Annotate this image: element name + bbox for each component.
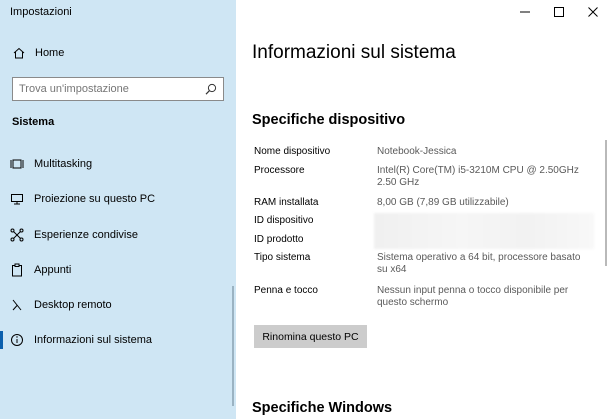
sidebar-item-home[interactable]: Home: [0, 40, 236, 68]
sidebar-item-about[interactable]: Informazioni sul sistema: [0, 324, 232, 356]
minimize-icon: [520, 11, 530, 13]
device-specs-heading: Specifiche dispositivo: [252, 112, 406, 128]
sidebar-item-label: Appunti: [34, 264, 72, 276]
app-title: Impostazioni: [10, 6, 72, 18]
spec-label-system-type: Tipo sistema: [254, 252, 311, 263]
sidebar-item-label: Desktop remoto: [34, 299, 112, 311]
clipboard-icon: [12, 263, 22, 277]
rename-pc-button[interactable]: Rinomina questo PC: [254, 325, 367, 348]
page-title: Informazioni sul sistema: [252, 42, 456, 63]
sidebar-item-remote-desktop[interactable]: Desktop remoto: [0, 289, 232, 321]
maximize-icon: [554, 7, 564, 17]
redacted-ids: [374, 213, 594, 249]
close-icon: [588, 7, 598, 17]
sidebar-item-label: Multitasking: [34, 158, 93, 170]
main-scrollbar[interactable]: [605, 140, 607, 266]
info-icon: [11, 334, 23, 346]
spec-label-pen-touch: Penna e tocco: [254, 285, 318, 296]
spec-value-device-name: Notebook-Jessica: [377, 146, 457, 157]
search-icon[interactable]: [204, 82, 218, 96]
multitasking-icon: [10, 159, 24, 169]
spec-label-device-name: Nome dispositivo: [254, 146, 331, 157]
sidebar-item-clipboard[interactable]: Appunti: [0, 254, 232, 286]
spec-label-device-id: ID dispositivo: [254, 215, 314, 226]
home-icon: [13, 47, 25, 59]
section-title: Sistema: [12, 116, 55, 128]
shared-experiences-icon: [10, 228, 24, 242]
sidebar-item-label: Proiezione su questo PC: [34, 193, 156, 205]
sidebar-item-home-label: Home: [35, 47, 65, 59]
search-input[interactable]: [19, 81, 199, 97]
sidebar-item-shared-experiences[interactable]: Esperienze condivise: [0, 219, 232, 251]
sidebar-item-projection[interactable]: Proiezione su questo PC: [0, 183, 232, 215]
spec-value-ram: 8,00 GB (7,89 GB utilizzabile): [377, 197, 509, 208]
spec-label-ram: RAM installata: [254, 197, 319, 208]
sidebar: Impostazioni Home Sistema Multitasking P…: [0, 0, 236, 419]
sidebar-item-label: Informazioni sul sistema: [34, 334, 152, 346]
spec-label-processor: Processore: [254, 165, 305, 176]
close-button[interactable]: [576, 0, 610, 24]
spec-value-system-type: Sistema operativo a 64 bit, processore b…: [377, 252, 581, 275]
search-box[interactable]: [12, 77, 224, 101]
active-indicator: [0, 331, 3, 349]
spec-label-product-id: ID prodotto: [254, 234, 304, 245]
maximize-button[interactable]: [542, 0, 576, 24]
main-pane: Informazioni sul sistema Specifiche disp…: [236, 0, 610, 419]
minimize-button[interactable]: [508, 0, 542, 24]
windows-specs-heading: Specifiche Windows: [252, 400, 393, 416]
sidebar-scrollbar[interactable]: [232, 286, 234, 406]
remote-desktop-icon: [12, 299, 22, 311]
spec-value-pen-touch: Nessun input penna o tocco disponibile p…: [377, 285, 569, 308]
sidebar-item-multitasking[interactable]: Multitasking: [0, 148, 232, 180]
projection-icon: [11, 194, 23, 205]
spec-value-processor: Intel(R) Core(TM) i5-3210M CPU @ 2.50GHz…: [377, 165, 579, 188]
sidebar-item-label: Esperienze condivise: [34, 229, 138, 241]
